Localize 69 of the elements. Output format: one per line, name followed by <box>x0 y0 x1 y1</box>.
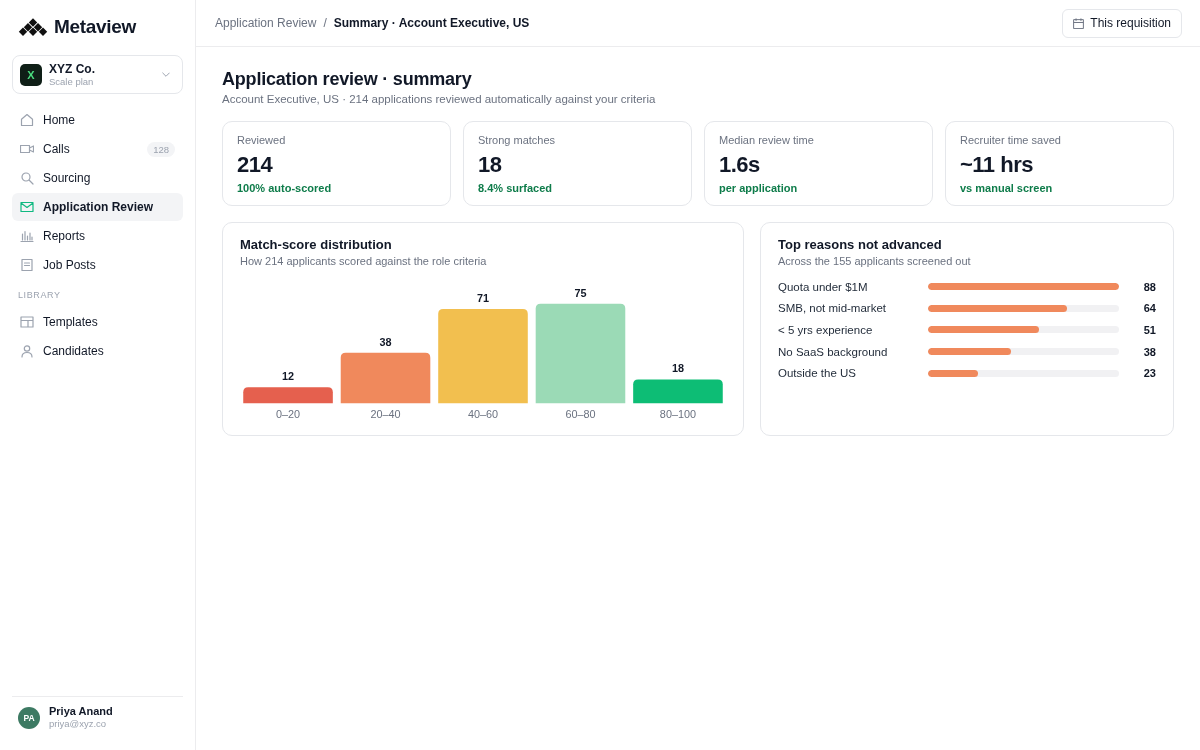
envelope-icon <box>20 200 34 214</box>
stat-note: 100% auto-scored <box>237 181 332 195</box>
axis-label: 60–80 <box>565 408 596 421</box>
reason-count: 23 <box>1142 367 1156 380</box>
axis-label: 80–100 <box>659 408 697 421</box>
bar-value-label: 38 <box>379 335 392 348</box>
stat-label: Median review time <box>719 133 814 147</box>
search-icon <box>20 171 34 185</box>
user-icon <box>20 344 34 358</box>
layout-icon <box>20 315 34 329</box>
stat-value: 214 <box>237 151 273 179</box>
card-subtitle: Across the 155 applicants screened out <box>778 254 971 268</box>
user-avatar: PA <box>18 706 40 729</box>
breadcrumb-link[interactable]: Application Review <box>215 16 317 30</box>
stat-note: vs manual screen <box>960 181 1053 195</box>
home-icon <box>20 113 34 127</box>
reason-label: SMB, not mid-market <box>778 302 886 315</box>
reason-label: No SaaS background <box>778 345 888 358</box>
stat-value: 1.6s <box>719 151 760 179</box>
section-heading: LIBRARY <box>17 289 61 301</box>
nav-item[interactable]: Job Posts <box>12 251 183 279</box>
card-title: Top reasons not advanced <box>778 237 942 253</box>
breadcrumb-separator: / <box>323 16 327 30</box>
nav-item[interactable]: Home <box>12 106 183 134</box>
stat-label: Reviewed <box>237 133 286 147</box>
chart-subtitle: How 214 applicants scored against the role criteria <box>240 254 487 268</box>
bar-value-label: 12 <box>282 370 295 383</box>
user-name: Priya Anand <box>49 705 113 718</box>
chevron-down-icon <box>162 72 170 77</box>
requisition-button[interactable]: This requisition <box>1062 8 1182 38</box>
reason-label: Quota under $1M <box>778 280 868 293</box>
reason-label: < 5 yrs experience <box>778 324 873 336</box>
chart-title: Match-score distribution <box>240 237 392 253</box>
stat-label: Strong matches <box>478 133 556 147</box>
reason-count: 38 <box>1142 345 1156 358</box>
video-camera-icon <box>20 142 34 156</box>
brand-name: Metaview <box>54 17 137 37</box>
stat-label: Recruiter time saved <box>960 133 1061 147</box>
nav-item[interactable]: Sourcing <box>12 164 183 192</box>
user-email: priya@xyz.co <box>49 718 107 730</box>
reason-label: Outside the US <box>778 367 856 380</box>
axis-label: 20–40 <box>370 408 401 421</box>
reason-count: 88 <box>1142 280 1156 293</box>
nav-item[interactable]: Calls 128 <box>12 135 183 163</box>
workspace-logo: X <box>20 63 42 86</box>
calendar-icon <box>1073 17 1085 29</box>
logo-icon <box>18 18 48 36</box>
breadcrumb-current: Summary · Account Executive, US <box>333 16 530 30</box>
page-subtitle: Account Executive, US · 214 applications reviewed automatically against your criteria <box>222 92 656 107</box>
workspace-switcher[interactable]: X XYZ Co. Scale plan <box>12 55 183 94</box>
bar-value-label: 75 <box>574 286 587 299</box>
bar-value-label: 71 <box>476 292 490 305</box>
stat-note: per application <box>719 181 798 195</box>
bar-value-label: 18 <box>671 362 684 375</box>
reason-count: 51 <box>1142 324 1156 336</box>
stat-value: ~11 hrs <box>960 151 1033 179</box>
stat-note: 8.4% surfaced <box>478 181 552 195</box>
nav-item[interactable]: Candidates <box>12 337 183 365</box>
axis-label: 40–60 <box>467 408 499 421</box>
nav-item[interactable]: Reports <box>12 222 183 250</box>
nav-item[interactable]: Templates <box>12 308 183 336</box>
count-badge: 128 <box>147 141 175 157</box>
bar-chart-icon <box>20 229 34 243</box>
axis-label: 0–20 <box>275 408 301 421</box>
page-title: Application review · summary <box>222 68 472 90</box>
stat-value: 18 <box>478 151 502 179</box>
reason-count: 64 <box>1142 302 1156 315</box>
document-icon <box>20 258 34 272</box>
nav-item[interactable]: Application Review <box>12 193 183 221</box>
